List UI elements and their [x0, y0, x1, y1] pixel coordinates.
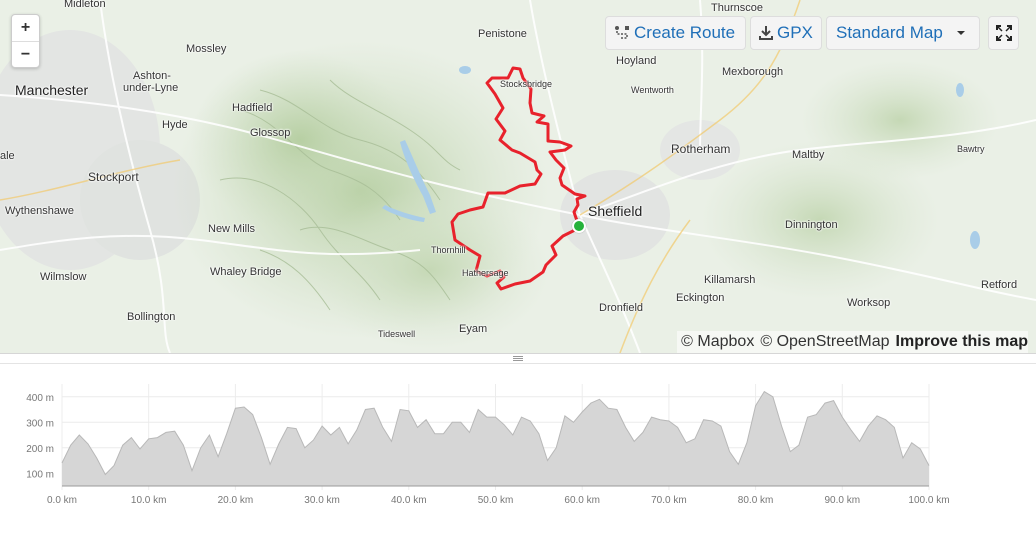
place-label: Glossop — [250, 127, 291, 139]
route-start-marker[interactable] — [572, 219, 586, 233]
zoom-control: + − — [11, 14, 40, 68]
place-label: Ashton- — [133, 70, 171, 82]
x-tick-label: 40.0 km — [391, 495, 427, 506]
route-icon — [615, 26, 629, 39]
caret-down-icon — [956, 31, 965, 35]
x-tick-label: 60.0 km — [564, 495, 600, 506]
place-label: Hadfield — [232, 102, 273, 114]
place-label: Wythenshawe — [5, 205, 74, 217]
place-label: Tideswell — [378, 329, 416, 339]
map-style-label: Standard Map — [836, 23, 943, 42]
download-icon — [759, 26, 773, 40]
map-attribution: © Mapbox © OpenStreetMap Improve this ma… — [677, 331, 1028, 353]
drag-grip-icon — [513, 356, 523, 361]
map-style-dropdown[interactable]: Standard Map — [826, 16, 980, 50]
place-label: New Mills — [208, 223, 256, 235]
mapbox-attribution-link[interactable]: © Mapbox — [681, 333, 754, 351]
place-label: Hyde — [162, 119, 188, 131]
place-label: Whaley Bridge — [210, 266, 282, 278]
x-tick-label: 50.0 km — [478, 495, 514, 506]
place-label: Worksop — [847, 297, 891, 309]
y-tick-label: 400 m — [26, 393, 54, 404]
place-label: Killamarsh — [704, 274, 756, 286]
zoom-out-button[interactable]: − — [12, 41, 39, 67]
place-label: Bawtry — [957, 144, 985, 154]
place-label: Dinnington — [785, 219, 838, 231]
place-label: Thurnscoe — [711, 2, 763, 14]
place-label: under-Lyne — [123, 82, 179, 94]
place-label: Hathersage — [462, 268, 509, 278]
x-tick-labels: 0.0 km 10.0 km 20.0 km 30.0 km 40.0 km 50.0 k… — [47, 495, 950, 506]
elevation-profile-chart[interactable]: 0.0 km 10.0 km 20.0 km 30.0 km 40.0 km 50.0 k… — [0, 364, 1036, 538]
x-tick-label: 70.0 km — [651, 495, 687, 506]
place-label: Thornhill — [431, 245, 466, 255]
fullscreen-button[interactable] — [988, 16, 1019, 50]
place-label: ale — [0, 150, 15, 162]
place-label: Eyam — [459, 323, 488, 335]
osm-attribution-link[interactable]: © OpenStreetMap — [760, 333, 889, 351]
create-route-label: Create Route — [634, 23, 736, 42]
create-route-button[interactable]: Create Route — [605, 16, 746, 50]
place-label: Wentworth — [631, 85, 674, 95]
place-label: Mossley — [186, 43, 227, 55]
place-label: Stocksbridge — [500, 79, 553, 89]
panel-resize-handle[interactable] — [0, 353, 1036, 364]
gpx-label: GPX — [777, 23, 813, 42]
x-tick-label: 80.0 km — [738, 495, 774, 506]
y-tick-label: 300 m — [26, 418, 54, 429]
place-label: Penistone — [478, 28, 527, 40]
x-tick-label: 20.0 km — [218, 495, 254, 506]
place-label: Hoyland — [616, 55, 657, 67]
x-tick-label: 10.0 km — [131, 495, 167, 506]
x-tick-label: 90.0 km — [825, 495, 861, 506]
place-label: Sheffield — [588, 203, 643, 219]
place-label: Mexborough — [722, 66, 784, 78]
gpx-download-button[interactable]: GPX — [750, 16, 822, 50]
y-tick-label: 100 m — [26, 469, 54, 480]
x-tick-label: 100.0 km — [908, 495, 949, 506]
place-label: Stockport — [88, 170, 139, 184]
improve-map-link[interactable]: Improve this map — [896, 333, 1028, 351]
place-label: Maltby — [792, 149, 825, 161]
y-tick-label: 200 m — [26, 444, 54, 455]
place-label: Eckington — [676, 292, 725, 304]
place-label: Dronfield — [599, 302, 644, 314]
place-label: Retford — [981, 279, 1018, 291]
place-label: Wilmslow — [40, 271, 87, 283]
place-label: Manchester — [15, 82, 89, 98]
map-view[interactable]: Midleton Thurnscoe Mossley Penistone Hoy… — [0, 0, 1036, 353]
zoom-in-button[interactable]: + — [12, 15, 39, 41]
fullscreen-icon — [995, 25, 1012, 41]
y-tick-labels: 100 m 200 m 300 m 400 m — [26, 393, 54, 481]
place-label: Midleton — [64, 0, 106, 10]
x-tick-label: 30.0 km — [304, 495, 340, 506]
x-tick-label: 0.0 km — [47, 495, 77, 506]
place-label: Rotherham — [671, 142, 731, 156]
route-viewer: Midleton Thurnscoe Mossley Penistone Hoy… — [0, 0, 1036, 538]
place-label: Bollington — [127, 311, 176, 323]
